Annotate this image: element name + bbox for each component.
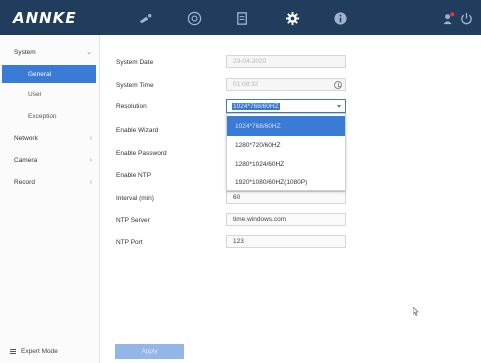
top-nav-bar: ANNKE: [0, 0, 481, 35]
clock-icon[interactable]: [334, 81, 342, 89]
ntp-server-field[interactable]: time.windows.com: [226, 213, 346, 226]
enable-password-label: Enable Password: [116, 150, 167, 157]
resolution-dropdown-menu: 1024*768/60HZ 1280*720/60HZ 1280*1024/60…: [226, 113, 346, 191]
sidebar-item-general[interactable]: General: [2, 65, 96, 83]
sidebar-item-record[interactable]: Record ›: [0, 173, 100, 191]
expert-mode-label: Expert Mode: [21, 348, 58, 355]
interval-label: Interval (min): [116, 195, 154, 202]
sidebar-item-label: User: [28, 90, 42, 98]
sidebar-item-network[interactable]: Network ›: [0, 129, 100, 147]
settings-icon[interactable]: [284, 10, 300, 26]
sidebar-item-label: Record: [14, 178, 35, 186]
resolution-option[interactable]: 1024*768/60HZ: [227, 116, 345, 136]
system-date-label: System Date: [116, 59, 154, 66]
expert-mode-toggle[interactable]: Expert Mode: [10, 348, 58, 355]
sidebar-item-system[interactable]: System ⌄: [0, 43, 100, 61]
resolution-option[interactable]: 1280*1024/60HZ: [227, 154, 345, 174]
resolution-selected-value: 1024*768/60HZ: [232, 102, 280, 110]
sidebar-item-label: Exception: [28, 112, 57, 120]
sidebar-item-user[interactable]: User: [0, 85, 100, 103]
sidebar-item-label: General: [28, 70, 52, 78]
sidebar-item-label: Camera: [14, 156, 38, 164]
sidebar-item-label: System: [14, 48, 36, 56]
enable-ntp-label: Enable NTP: [116, 172, 152, 179]
live-view-icon[interactable]: [137, 10, 153, 26]
menu-icon: [10, 349, 16, 354]
apply-button[interactable]: Apply: [115, 344, 184, 359]
resolution-select[interactable]: 1024*768/60HZ: [226, 99, 346, 113]
ntp-port-value: 123: [233, 238, 244, 245]
resolution-option[interactable]: 1920*1080/60HZ(1080P): [227, 172, 345, 192]
system-time-field[interactable]: 01:08:32: [226, 78, 346, 91]
ntp-server-label: NTP Server: [116, 217, 150, 224]
chevron-right-icon: ›: [89, 134, 92, 142]
sidebar-item-label: Network: [14, 134, 38, 142]
file-icon[interactable]: [234, 10, 250, 26]
chevron-right-icon: ›: [89, 178, 92, 186]
enable-wizard-label: Enable Wizard: [116, 127, 159, 134]
mouse-cursor-icon: [413, 307, 419, 316]
resolution-label: Resolution: [116, 103, 147, 110]
resolution-option[interactable]: 1280*720/60HZ: [227, 135, 345, 155]
user-icon[interactable]: [440, 10, 456, 26]
sidebar-item-exception[interactable]: Exception: [0, 107, 100, 125]
power-icon[interactable]: [458, 10, 474, 26]
playback-icon[interactable]: [186, 10, 202, 26]
system-date-value: 23-04-2020: [233, 58, 267, 65]
sidebar: System ⌄ General User Exception Network …: [0, 35, 100, 363]
interval-value: 60: [233, 194, 241, 201]
chevron-right-icon: ›: [89, 156, 92, 164]
sidebar-item-camera[interactable]: Camera ›: [0, 151, 100, 169]
brand-logo: ANNKE: [13, 9, 77, 27]
system-time-label: System Time: [116, 82, 154, 89]
system-time-value: 01:08:32: [233, 81, 259, 88]
ntp-server-value: time.windows.com: [233, 216, 287, 223]
interval-field[interactable]: 60: [226, 191, 346, 204]
info-icon[interactable]: [332, 10, 348, 26]
system-date-field[interactable]: 23-04-2020: [226, 55, 346, 68]
chevron-down-icon: ⌄: [86, 49, 92, 56]
ntp-port-field[interactable]: 123: [226, 235, 346, 248]
chevron-down-icon: [337, 105, 341, 108]
ntp-port-label: NTP Port: [116, 239, 143, 246]
